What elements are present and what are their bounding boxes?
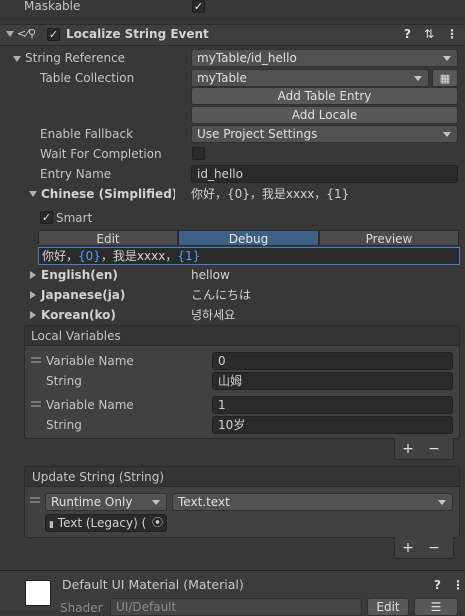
chevron-down-icon <box>438 500 446 505</box>
korean-label: Korean(ko) <box>41 308 116 322</box>
remove-listener-button[interactable]: − <box>426 540 442 556</box>
japanese-foldout-icon[interactable] <box>30 291 36 299</box>
smart-label: Smart <box>56 211 93 225</box>
add-table-entry-button[interactable]: Add Table Entry <box>191 87 458 105</box>
maskable-checkbox[interactable]: ✓ <box>192 0 205 13</box>
chinese-foldout-icon[interactable] <box>29 191 37 197</box>
english-value: hellow <box>191 268 230 282</box>
function-dropdown[interactable]: Text.text <box>172 493 453 511</box>
chevron-down-icon <box>414 76 422 81</box>
list-icon: ☰ <box>430 600 442 614</box>
target-object-field[interactable]: ▮ Text (Legacy) ( ⦿ <box>45 514 167 532</box>
preset-icon[interactable]: ⇅ <box>424 26 434 42</box>
smart-checkbox[interactable]: ✓ <box>40 211 53 224</box>
debug-text-plain: ，我是xxxx， <box>100 249 178 263</box>
enable-fallback-dropdown[interactable]: Use Project Settings <box>191 125 458 143</box>
shader-value: UI/Default <box>116 600 177 614</box>
runtime-value: Runtime Only <box>51 495 133 509</box>
chinese-label: Chinese (Simplified)(zl <box>41 187 175 201</box>
drag-handle-icon[interactable] <box>30 497 40 503</box>
korean-value: 녕하세요 <box>191 308 236 322</box>
string-type-label: String <box>46 374 82 388</box>
japanese-value: こんにちは <box>191 288 252 302</box>
material-preview-thumbnail[interactable] <box>25 580 51 606</box>
variable-name-label: Variable Name <box>46 398 134 412</box>
chevron-down-icon <box>443 56 451 61</box>
table-window-button[interactable]: ▦ <box>432 69 458 87</box>
table-collection-value: myTable <box>197 71 247 85</box>
chinese-preview: 你好，{0}，我是xxxx，{1} <box>191 187 350 201</box>
string-type-label: String <box>46 418 82 432</box>
tab-edit[interactable]: Edit <box>38 230 178 246</box>
table-grid-icon: ▦ <box>439 72 451 85</box>
tab-preview[interactable]: Preview <box>319 230 459 246</box>
text-component-icon: ▮ <box>49 520 54 530</box>
string-reference-foldout-icon[interactable] <box>13 56 21 62</box>
shader-options-button[interactable]: ☰ <box>414 598 458 616</box>
object-picker-icon[interactable]: ⦿ <box>152 515 163 531</box>
event-row-marker <box>28 490 38 530</box>
shader-dropdown[interactable]: UI/Default <box>110 598 362 616</box>
variable-name-input[interactable]: 0 <box>212 352 453 370</box>
target-object-value: Text (Legacy) ( <box>57 516 147 530</box>
string-value-input[interactable]: 山姆 <box>212 372 453 390</box>
shader-edit-button[interactable]: Edit <box>367 598 409 616</box>
enable-fallback-value: Use Project Settings <box>197 127 318 141</box>
component-title: Localize String Event <box>66 27 209 41</box>
update-string-title: Update String (String) <box>32 470 165 484</box>
maskable-label: Maskable <box>24 0 81 13</box>
chevron-down-icon <box>443 132 451 137</box>
korean-foldout-icon[interactable] <box>30 311 36 319</box>
wait-for-completion-label: Wait For Completion <box>40 147 162 161</box>
string-value-input[interactable]: 10岁 <box>212 416 453 434</box>
table-collection-label: Table Collection <box>40 71 135 85</box>
entry-name-input[interactable]: id_hello <box>191 165 458 183</box>
debug-text-plain: 你好， <box>42 249 79 263</box>
debug-text-placeholder: {0} <box>78 249 101 263</box>
variable-name-label: Variable Name <box>46 354 134 368</box>
menu-icon[interactable]: ⋮ <box>452 577 464 593</box>
runtime-dropdown[interactable]: Runtime Only <box>45 493 167 511</box>
drag-handle-icon[interactable] <box>31 401 41 407</box>
table-collection-dropdown[interactable]: myTable <box>191 69 429 87</box>
english-label: English(en) <box>41 268 118 282</box>
component-foldout-icon[interactable] <box>6 31 14 37</box>
function-value: Text.text <box>178 495 230 509</box>
english-foldout-icon[interactable] <box>30 271 36 279</box>
remove-variable-button[interactable]: − <box>426 441 442 457</box>
drag-handle-icon[interactable] <box>31 357 41 363</box>
material-title: Default UI Material (Material) <box>62 577 244 592</box>
variable-name-input[interactable]: 1 <box>212 396 453 414</box>
chevron-down-icon <box>152 500 160 505</box>
shader-label: Shader <box>60 601 103 615</box>
local-variables-title: Local Variables <box>31 329 121 343</box>
string-reference-dropdown[interactable]: myTable/id_hello <box>191 49 458 67</box>
japanese-label: Japanese(ja) <box>41 288 126 302</box>
debug-text-placeholder: {1} <box>177 249 201 263</box>
add-variable-button[interactable]: + <box>400 441 416 457</box>
entry-name-label: Entry Name <box>40 167 112 181</box>
menu-icon[interactable]: ⋮ <box>446 26 458 42</box>
string-reference-value: myTable/id_hello <box>197 51 297 65</box>
add-listener-button[interactable]: + <box>400 540 416 556</box>
add-locale-button[interactable]: Add Locale <box>191 106 458 124</box>
script-icon: <⁄⚲ <box>17 27 37 40</box>
enable-fallback-label: Enable Fallback <box>40 127 134 141</box>
string-reference-label: String Reference <box>25 51 126 65</box>
wait-for-completion-checkbox[interactable] <box>192 147 205 160</box>
help-icon[interactable]: ? <box>434 577 441 593</box>
component-enabled-checkbox[interactable]: ✓ <box>47 28 60 41</box>
help-icon[interactable]: ? <box>404 26 411 42</box>
debug-text-area[interactable]: 你好，{0}，我是xxxx，{1} <box>38 247 460 265</box>
tab-debug[interactable]: Debug <box>178 230 319 246</box>
